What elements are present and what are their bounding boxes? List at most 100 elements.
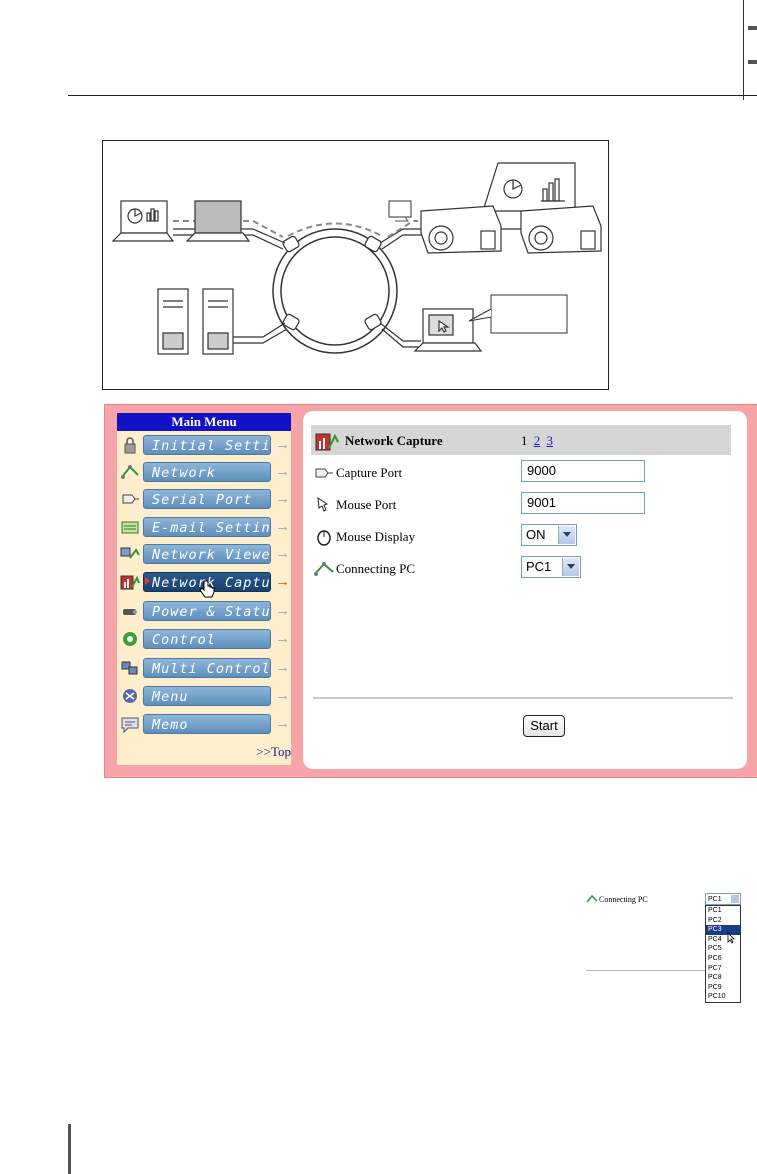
menu-item-multi-control[interactable]: Multi Control →: [117, 656, 291, 680]
multi-control-icon: [121, 661, 138, 675]
menu-item-control[interactable]: Control →: [117, 627, 291, 651]
top-link[interactable]: >>Top: [256, 744, 291, 760]
menu-item-control-button[interactable]: Control: [143, 629, 271, 649]
menu-item-network-viewer-button[interactable]: Network Viewer: [143, 544, 271, 564]
mouse-icon: [317, 530, 331, 546]
network-capture-icon: [120, 575, 140, 590]
menu-icon: [123, 689, 137, 703]
dropdown-option[interactable]: PC7: [706, 964, 740, 974]
menu-item-serial-port[interactable]: Serial Port →: [117, 487, 291, 511]
row-capture-port: Capture Port 9000: [313, 460, 733, 486]
dropdown-example-label: Connecting PC: [599, 895, 648, 904]
menu-item-network-capture[interactable]: Network Capture →: [117, 570, 291, 598]
power-icon: [123, 609, 137, 615]
web-control-panel: Main Menu Initial Setting → Network → Se…: [104, 404, 757, 778]
connecting-pc-label: Connecting PC: [336, 561, 416, 576]
mouse-port-label: Mouse Port: [336, 497, 397, 512]
menu-item-power-status-button[interactable]: Power & Status: [143, 601, 271, 621]
capture-port-label: Capture Port: [336, 465, 403, 480]
arrow-cursor-icon: [727, 932, 735, 944]
network-capture-icon: [315, 433, 339, 451]
mouse-display-select[interactable]: ON: [521, 524, 577, 546]
menu-item-email-setting-button[interactable]: E-mail Setting: [143, 517, 271, 537]
main-menu-title: Main Menu: [117, 413, 291, 431]
page-edge-marker: [68, 1124, 71, 1174]
page-link-3[interactable]: 3: [547, 433, 554, 448]
menu-item-network[interactable]: Network →: [117, 460, 291, 484]
menu-item-memo-button[interactable]: Memo: [143, 714, 271, 734]
projected-screen: [482, 162, 576, 212]
memo-icon: [121, 717, 139, 733]
dropdown-option[interactable]: PC6: [706, 954, 740, 964]
network-capture-panel: Network Capture 1 2 3 Capture Port 9000 …: [303, 411, 747, 769]
network-diagram-illustration: [111, 162, 602, 355]
lock-icon: [124, 437, 136, 454]
serial-port-icon: [122, 494, 139, 504]
network-viewer-icon: [120, 547, 140, 559]
row-mouse-port: Mouse Port 9001: [313, 492, 733, 518]
hub-node: [364, 313, 382, 331]
hand-cursor-icon: [199, 580, 215, 598]
panel-header: Network Capture 1 2 3: [311, 425, 731, 455]
hub-node: [282, 235, 300, 253]
dropdown-option[interactable]: PC8: [706, 973, 740, 983]
page-tab-marker: [743, 0, 757, 100]
dropdown-option[interactable]: PC5: [706, 944, 740, 954]
arrow-right-icon: →: [275, 631, 290, 647]
laptop-mouse: [413, 308, 483, 352]
dropdown-option[interactable]: PC9: [706, 983, 740, 993]
menu-item-email-setting[interactable]: E-mail Setting →: [117, 515, 291, 539]
page-link-2[interactable]: 2: [534, 433, 541, 448]
row-mouse-display: Mouse Display ON: [313, 524, 733, 550]
menu-item-multi-control-button[interactable]: Multi Control: [143, 658, 271, 678]
menu-item-serial-port-button[interactable]: Serial Port: [143, 489, 271, 509]
dropdown-option[interactable]: PC1: [706, 906, 740, 916]
arrow-right-icon: →: [275, 491, 290, 507]
dropdown-option[interactable]: PC2: [706, 916, 740, 926]
serial-port-icon: [315, 468, 333, 478]
arrow-right-icon: →: [275, 716, 290, 732]
arrow-right-icon: →: [275, 688, 290, 704]
control-icon: [123, 632, 137, 646]
page-title: Network Capture: [345, 433, 443, 448]
callout-box: [490, 294, 568, 334]
network-icon: [586, 894, 598, 903]
mouse-display-value: ON: [526, 527, 546, 542]
header-rule: [68, 95, 757, 96]
menu-item-initial-setting-button[interactable]: Initial Setting: [143, 435, 271, 455]
connecting-pc-value: PC1: [526, 559, 552, 574]
main-menu: Main Menu Initial Setting → Network → Se…: [117, 413, 291, 765]
menu-item-network-button[interactable]: Network: [143, 462, 271, 482]
arrow-right-icon: →: [275, 519, 290, 535]
dropdown-example-select[interactable]: PC1: [705, 893, 741, 905]
divider: [313, 697, 733, 699]
chevron-down-icon[interactable]: [558, 526, 575, 544]
dropdown-option[interactable]: PC10: [706, 992, 740, 1002]
menu-item-power-status[interactable]: Power & Status →: [117, 599, 291, 623]
server-towers: [157, 288, 234, 355]
mouse-port-input[interactable]: 9001: [521, 492, 645, 514]
menu-item-network-viewer[interactable]: Network Viewer →: [117, 542, 291, 566]
start-button[interactable]: Start: [523, 715, 565, 737]
menu-item-menu[interactable]: Menu →: [117, 684, 291, 708]
arrow-right-icon: →: [275, 437, 290, 453]
packet-box: [388, 200, 412, 218]
connecting-pc-select[interactable]: PC1: [521, 556, 581, 578]
chevron-down-icon[interactable]: [562, 558, 579, 576]
divider: [586, 970, 705, 971]
page-navigation: 1 2 3: [521, 433, 553, 449]
connecting-pc-dropdown-example: Connecting PC PC1 PC1 PC2 PC3 PC4 PC5 PC…: [584, 890, 757, 1020]
selected-indicator-icon: [145, 577, 150, 585]
menu-item-menu-button[interactable]: Menu: [143, 686, 271, 706]
mouse-display-label: Mouse Display: [336, 529, 416, 544]
arrow-right-icon: →: [275, 464, 290, 480]
email-icon: [121, 521, 139, 534]
network-icon: [121, 465, 139, 479]
menu-item-initial-setting[interactable]: Initial Setting →: [117, 433, 291, 457]
arrow-right-icon: →: [275, 574, 290, 590]
menu-item-memo[interactable]: Memo →: [117, 712, 291, 736]
capture-port-input[interactable]: 9000: [521, 460, 645, 482]
laptop-left: [111, 200, 175, 242]
page-current: 1: [521, 433, 528, 448]
row-connecting-pc: Connecting PC PC1: [313, 556, 733, 582]
